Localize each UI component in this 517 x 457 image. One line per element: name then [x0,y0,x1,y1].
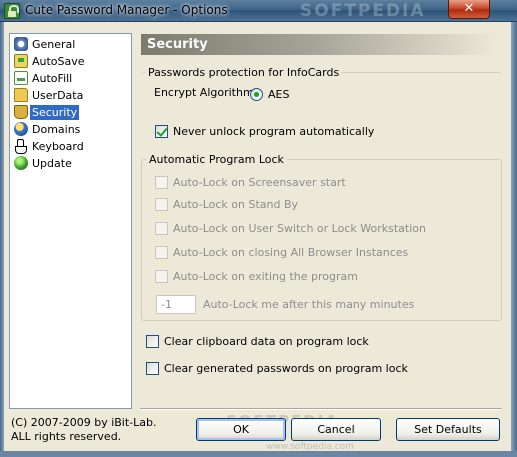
autolock-group-title: Automatic Program Lock [146,153,287,166]
autolock-exit-option[interactable]: Auto-Lock on exiting the program [155,270,358,283]
globe-shield-icon [14,122,28,136]
page-title: Security [141,34,498,55]
encrypt-algorithm-label: Encrypt Algorithm [154,86,254,99]
autolock-browser-option[interactable]: Auto-Lock on closing All Browser Instanc… [155,246,408,259]
aes-radio-label: AES [268,88,290,101]
copyright-text: (C) 2007-2009 by iBit-Lab. ALL rights re… [11,416,157,444]
autolock-userswitch-checkbox[interactable] [155,222,168,235]
autolock-screensaver-checkbox[interactable] [155,176,168,189]
autolock-minutes-row: Auto-Lock me after this many minutes [203,298,414,311]
never-unlock-checkbox[interactable] [155,125,168,138]
never-unlock-label: Never unlock program automatically [173,125,375,138]
cancel-button[interactable]: Cancel [291,418,381,441]
autolock-standby-checkbox[interactable] [155,198,168,211]
copyright-line-2: ALL rights reserved. [11,430,122,443]
nav-item-label: General [32,37,76,51]
nav-item-label: Domains [32,122,81,136]
clear-clipboard-option[interactable]: Clear clipboard data on program lock [146,335,369,348]
copyright-line-1: (C) 2007-2009 by iBit-Lab. [11,416,157,429]
nav-item-security[interactable]: Security [14,104,80,120]
set-defaults-button[interactable]: Set Defaults [396,418,500,441]
nav-item-label: Update [32,156,72,170]
hand-cursor-icon [14,139,28,154]
autolock-exit-label: Auto-Lock on exiting the program [173,270,358,283]
autolock-browser-checkbox[interactable] [155,246,168,259]
ok-button[interactable]: OK [196,418,286,441]
app-lock-icon [4,3,20,19]
autolock-standby-option[interactable]: Auto-Lock on Stand By [155,198,298,211]
title-bar[interactable]: Cute Password Manager - Options SOFTPEDI… [0,0,517,22]
window-frame-right [511,22,517,457]
aes-radio[interactable] [250,88,263,101]
options-dialog: General AutoSave AutoFill UserData Secur… [4,22,511,452]
folder-icon [14,88,28,102]
clear-clipboard-checkbox[interactable] [146,335,159,348]
autolock-minutes-input[interactable]: -1 [156,295,196,314]
nav-item-keyboard[interactable]: Keyboard [14,138,86,154]
autolock-screensaver-option[interactable]: Auto-Lock on Screensaver start [155,176,346,189]
clear-generated-checkbox[interactable] [146,362,159,375]
nav-item-update[interactable]: Update [14,155,74,171]
autosave-icon [14,54,28,68]
nav-item-userdata[interactable]: UserData [14,87,85,103]
window-frame-bottom [0,451,517,457]
autolock-exit-checkbox[interactable] [155,270,168,283]
never-unlock-option[interactable]: Never unlock program automatically [155,125,374,138]
autolock-browser-label: Auto-Lock on closing All Browser Instanc… [173,246,409,259]
category-list[interactable]: General AutoSave AutoFill UserData Secur… [9,33,132,409]
nav-item-general[interactable]: General [14,36,77,52]
autolock-minutes-label: Auto-Lock me after this many minutes [203,298,415,311]
aes-radio-option[interactable]: AES [250,88,289,101]
window-title: Cute Password Manager - Options [25,3,228,17]
clear-generated-label: Clear generated passwords on program loc… [164,362,408,375]
general-icon [14,37,28,51]
nav-item-label: AutoFill [32,71,73,85]
nav-item-label: AutoSave [32,54,85,68]
watermark-top: SOFTPEDIA [300,1,426,21]
autolock-userswitch-option[interactable]: Auto-Lock on User Switch or Lock Worksta… [155,222,426,235]
nav-item-label: UserData [32,88,84,102]
nav-item-domains[interactable]: Domains [14,121,82,137]
close-button[interactable]: ✕ [448,0,490,19]
autofill-icon [14,71,28,85]
clear-clipboard-label: Clear clipboard data on program lock [164,335,369,348]
clear-generated-option[interactable]: Clear generated passwords on program loc… [146,362,408,375]
update-globe-icon [14,156,28,170]
nav-item-label: Keyboard [32,139,84,153]
nav-item-autosave[interactable]: AutoSave [14,53,87,69]
protection-group-title: Passwords protection for InfoCards [145,66,343,79]
autolock-userswitch-label: Auto-Lock on User Switch or Lock Worksta… [173,222,426,235]
autolock-screensaver-label: Auto-Lock on Screensaver start [173,176,346,189]
lock-icon [14,105,28,119]
autolock-standby-label: Auto-Lock on Stand By [173,198,299,211]
nav-item-autofill[interactable]: AutoFill [14,70,74,86]
footer-divider [140,408,502,410]
nav-item-label: Security [30,104,80,120]
encrypt-algorithm-row: Encrypt Algorithm [154,86,254,99]
